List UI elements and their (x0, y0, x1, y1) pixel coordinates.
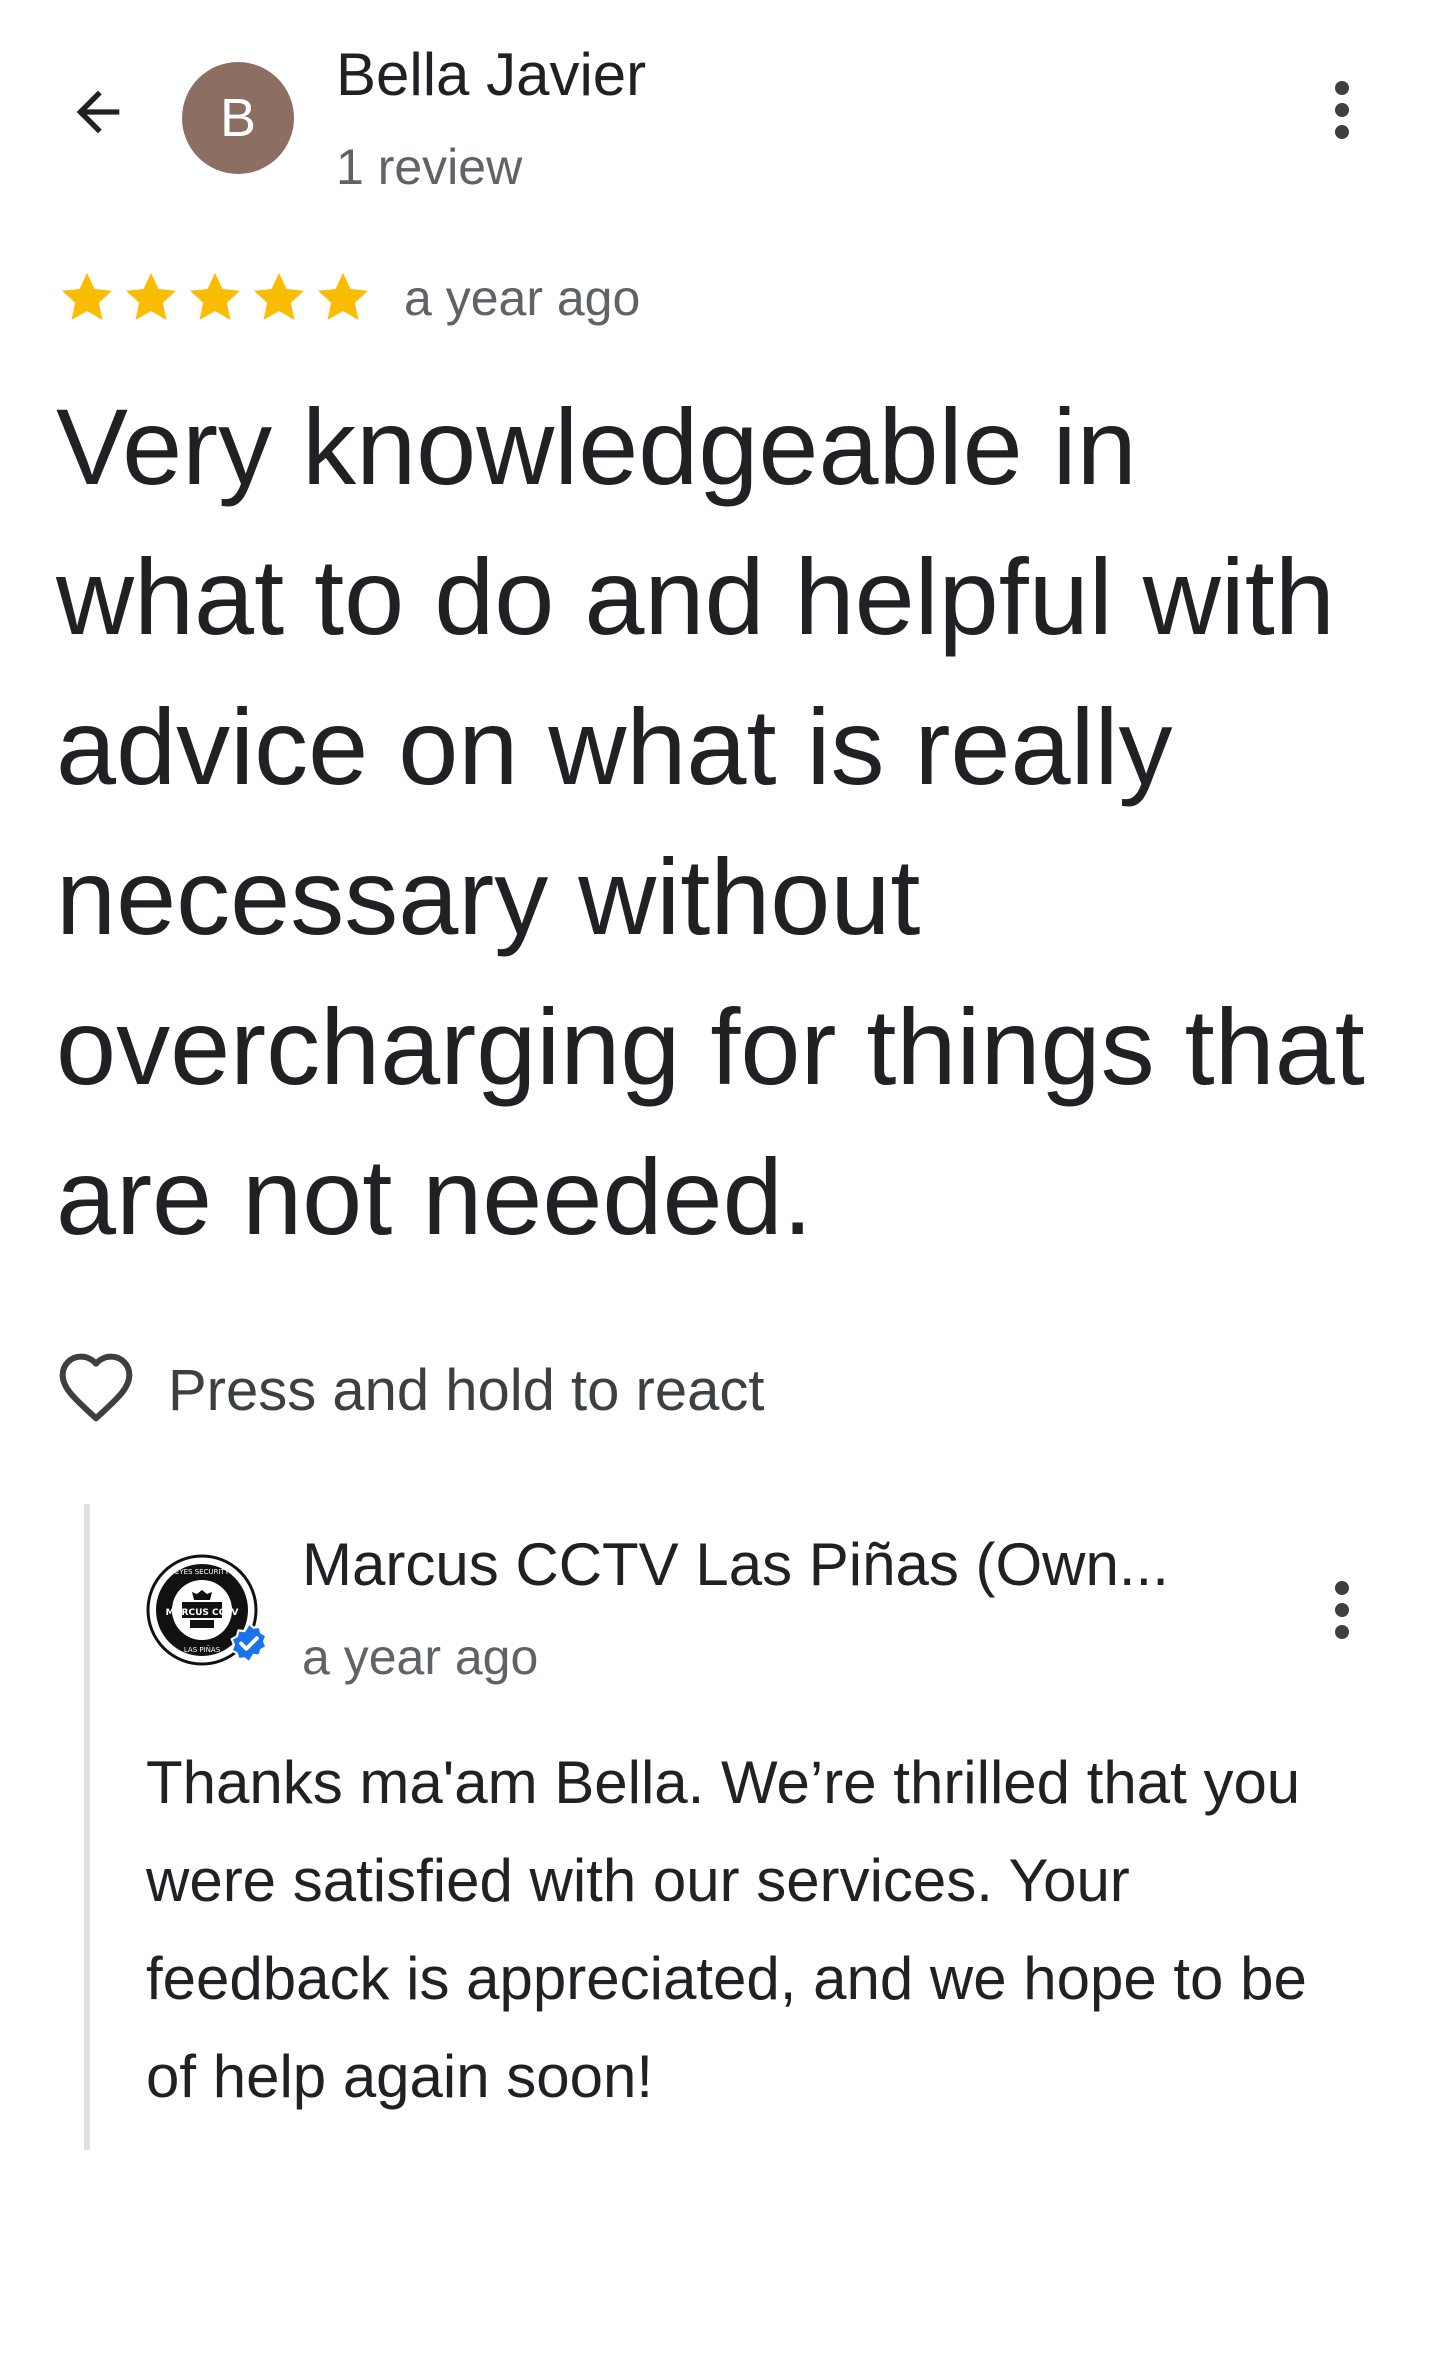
more-options-button[interactable] (1310, 76, 1374, 148)
review-time: a year ago (404, 270, 641, 326)
arrow-back-icon (66, 80, 130, 149)
more-vert-icon (1333, 80, 1351, 145)
reviewer-review-count: 1 review (336, 139, 523, 195)
owner-logo-top-text: EYES SECURITY (175, 1568, 230, 1576)
back-button[interactable] (56, 72, 140, 156)
owner-reply-text: Thanks ma'am Bella. We’re thrilled that … (146, 1749, 1307, 2110)
owner-logo-brand-text: MARCUS CCTV (166, 1608, 239, 1618)
reviewer-name[interactable]: Bella Javier (336, 40, 646, 109)
rating-row: a year ago (56, 262, 640, 334)
star-rating (56, 267, 374, 329)
owner-name[interactable]: Marcus CCTV Las Piñas (Own... (302, 1530, 1252, 1599)
more-vert-icon (1333, 1580, 1351, 1645)
owner-logo-bottom-text: LAS PIÑAS (184, 1645, 221, 1654)
review-text: Very knowledgeable in what to do and hel… (56, 386, 1365, 1257)
reply-more-options-button[interactable] (1310, 1576, 1374, 1648)
react-label: Press and hold to react (168, 1357, 765, 1423)
star-icon (120, 267, 182, 329)
star-icon (248, 267, 310, 329)
reply-indent-bar (84, 1504, 90, 2150)
star-icon (312, 267, 374, 329)
review-detail-sheet: B Bella Javier 1 review a year ago Very … (0, 0, 1440, 2373)
heart-outline-icon (56, 1350, 136, 1430)
star-icon (184, 267, 246, 329)
avatar-letter: B (219, 88, 257, 148)
react-button[interactable]: Press and hold to react (56, 1348, 764, 1432)
star-icon (56, 267, 118, 329)
verified-check-icon (228, 1622, 270, 1664)
avatar[interactable]: B (182, 62, 294, 174)
owner-reply-time: a year ago (302, 1629, 539, 1685)
